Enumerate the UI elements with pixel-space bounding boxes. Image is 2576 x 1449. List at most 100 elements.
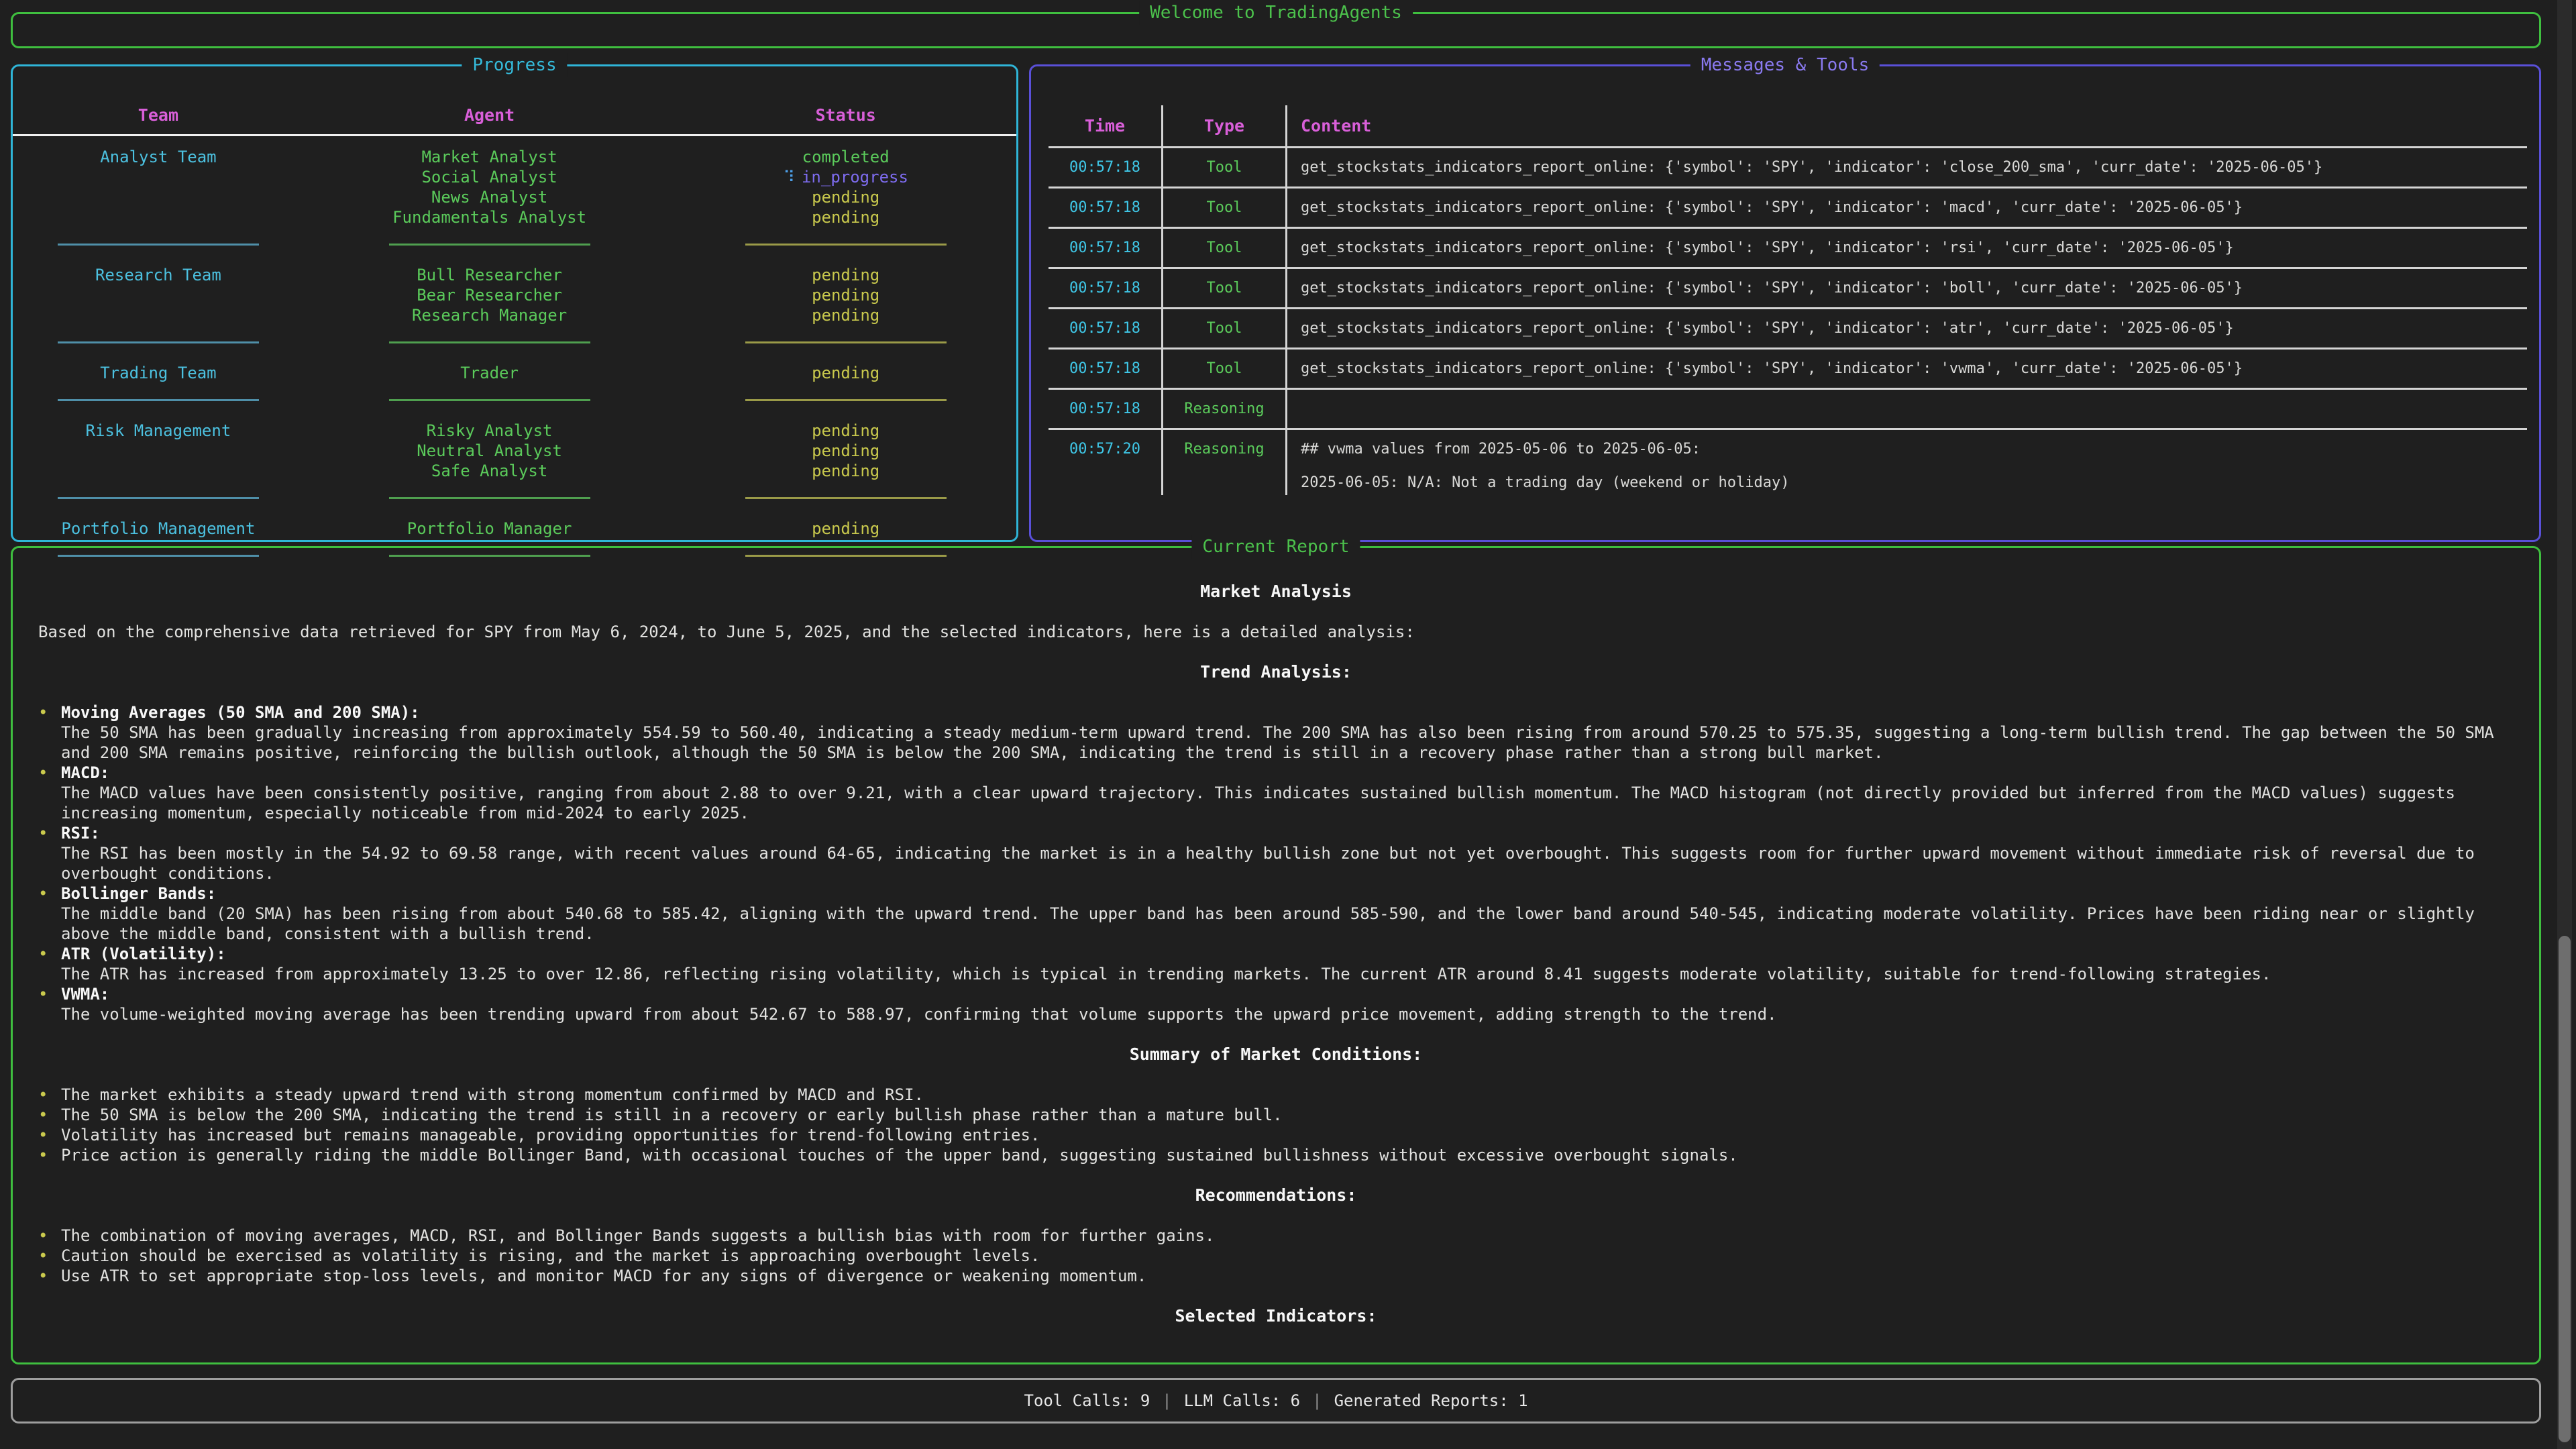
status-spinner-icon: ⠹ [783, 168, 795, 186]
separator-line-team [58, 497, 259, 499]
bullet-title: Moving Averages (50 SMA and 200 SMA): [61, 702, 2514, 722]
status-label: pending [812, 364, 879, 382]
messages-tools-panel: Messages & Tools Time Type Content 00:57… [1029, 64, 2541, 542]
progress-row: Research TeamBull Researcherpending [13, 265, 1016, 285]
bullet-body: Price action is generally riding the mid… [61, 1145, 2514, 1165]
bullet-text: RSI:The RSI has been mostly in the 54.92… [61, 823, 2514, 883]
status-label: pending [812, 188, 879, 207]
progress-group-separator [13, 390, 1016, 410]
progress-agent-cell: Safe Analyst [304, 461, 676, 481]
bullet-body: Use ATR to set appropriate stop-loss lev… [61, 1266, 2514, 1286]
progress-row: Bear Researcherpending [13, 285, 1016, 305]
message-type: Reasoning [1161, 390, 1287, 428]
messages-table-body: 00:57:18Toolget_stockstats_indicators_re… [1049, 148, 2527, 495]
progress-team-cell [13, 187, 304, 207]
report-bullet-item: •MACD:The MACD values have been consiste… [38, 763, 2514, 823]
bullet-body: The RSI has been mostly in the 54.92 to … [61, 843, 2514, 883]
report-heading: Market Analysis [38, 582, 2514, 602]
scrollbar-thumb[interactable] [2559, 936, 2571, 1442]
message-row: 00:57:20Reasoning## vwma values from 202… [1049, 430, 2527, 495]
message-type: Tool [1161, 229, 1287, 267]
progress-status-cell: pending [675, 519, 1016, 539]
progress-status-cell: pending [675, 441, 1016, 461]
status-label: completed [802, 148, 890, 166]
bullet-icon: • [38, 1145, 61, 1165]
report-bullet-item: •RSI:The RSI has been mostly in the 54.9… [38, 823, 2514, 883]
messages-panel-title: Messages & Tools [1690, 53, 1880, 77]
status-label: pending [812, 286, 879, 305]
progress-agent-cell: Risky Analyst [304, 421, 676, 441]
report-section-heading: Summary of Market Conditions: [38, 1044, 2514, 1065]
bullet-body: The MACD values have been consistently p… [61, 783, 2514, 823]
progress-team-cell: Portfolio Management [13, 519, 304, 539]
bullet-body: The 50 SMA is below the 200 SMA, indicat… [61, 1105, 2514, 1125]
progress-row: Risk ManagementRisky Analyst pending [13, 421, 1016, 441]
report-bullet-list: •The market exhibits a steady upward tre… [38, 1085, 2514, 1165]
stats-footer-panel: Tool Calls: 9|LLM Calls: 6|Generated Rep… [11, 1378, 2541, 1424]
progress-status-cell: pending [675, 265, 1016, 285]
status-label: pending [812, 421, 879, 440]
bullet-icon: • [38, 1226, 61, 1246]
bullet-text: VWMA:The volume-weighted moving average … [61, 984, 2514, 1024]
bullet-text: MACD:The MACD values have been consisten… [61, 763, 2514, 823]
progress-agent-cell: News Analyst [304, 187, 676, 207]
progress-status-cell: ⠹ in_progress [675, 167, 1016, 187]
progress-row: Analyst TeamMarket Analyst completed [13, 147, 1016, 167]
messages-col-type: Type [1161, 105, 1287, 146]
progress-team-cell [13, 441, 304, 461]
message-content: get_stockstats_indicators_report_online:… [1287, 155, 2527, 180]
progress-team-cell [13, 207, 304, 227]
progress-status-cell: pending [675, 363, 1016, 383]
status-label: pending [812, 441, 879, 460]
message-row: 00:57:18Reasoning [1049, 390, 2527, 430]
progress-team-cell [13, 285, 304, 305]
report-bullet-item: •Price action is generally riding the mi… [38, 1145, 2514, 1165]
progress-team-cell: Risk Management [13, 421, 304, 441]
report-bullet-item: •Volatility has increased but remains ma… [38, 1125, 2514, 1145]
progress-team-cell: Trading Team [13, 363, 304, 383]
status-label: in_progress [802, 168, 908, 186]
message-content: get_stockstats_indicators_report_online:… [1287, 316, 2527, 341]
message-row: 00:57:18Toolget_stockstats_indicators_re… [1049, 189, 2527, 229]
progress-status-cell: pending [675, 305, 1016, 325]
bullet-title: VWMA: [61, 984, 2514, 1004]
progress-table: Team Agent Status Analyst TeamMarket Ana… [13, 105, 1016, 566]
bullet-title: Bollinger Bands: [61, 883, 2514, 904]
bullet-icon: • [38, 1266, 61, 1286]
bullet-icon: • [38, 1105, 61, 1125]
progress-row: Portfolio ManagementPortfolio Managerpen… [13, 519, 1016, 539]
messages-col-content: Content [1287, 112, 2527, 140]
progress-agent-cell: Market Analyst [304, 147, 676, 167]
report-bullet-item: •The market exhibits a steady upward tre… [38, 1085, 2514, 1105]
bullet-body: The volume-weighted moving average has b… [61, 1004, 2514, 1024]
bullet-text: Price action is generally riding the mid… [61, 1145, 2514, 1165]
message-content: get_stockstats_indicators_report_online:… [1287, 235, 2527, 260]
bullet-text: Volatility has increased but remains man… [61, 1125, 2514, 1145]
message-content: get_stockstats_indicators_report_online:… [1287, 195, 2527, 220]
progress-team-cell [13, 305, 304, 325]
report-bullet-item: •Moving Averages (50 SMA and 200 SMA):Th… [38, 702, 2514, 763]
message-time: 00:57:18 [1049, 396, 1161, 421]
separator-line-status [745, 244, 947, 246]
separator-line-team [58, 399, 259, 401]
progress-header-row: Team Agent Status [13, 105, 1016, 136]
progress-panel: Progress Team Agent Status Analyst TeamM… [11, 64, 1018, 542]
progress-col-team: Team [13, 105, 304, 125]
message-time: 00:57:18 [1049, 356, 1161, 381]
scrollbar-track[interactable] [2557, 0, 2572, 1449]
progress-team-cell: Analyst Team [13, 147, 304, 167]
bullet-body: The middle band (20 SMA) has been rising… [61, 904, 2514, 944]
bullet-body: The ATR has increased from approximately… [61, 964, 2514, 984]
progress-status-cell: pending [675, 285, 1016, 305]
bullet-text: The market exhibits a steady upward tren… [61, 1085, 2514, 1105]
status-label: pending [812, 462, 879, 480]
progress-agent-cell: Trader [304, 363, 676, 383]
message-time: 00:57:20 [1049, 430, 1161, 462]
stats-separator: | [1300, 1391, 1334, 1410]
message-content: get_stockstats_indicators_report_online:… [1287, 356, 2527, 381]
bullet-icon: • [38, 883, 61, 944]
progress-status-cell: pending [675, 421, 1016, 441]
message-row: 00:57:18Toolget_stockstats_indicators_re… [1049, 148, 2527, 189]
progress-col-agent: Agent [304, 105, 676, 125]
status-label: pending [812, 266, 879, 284]
